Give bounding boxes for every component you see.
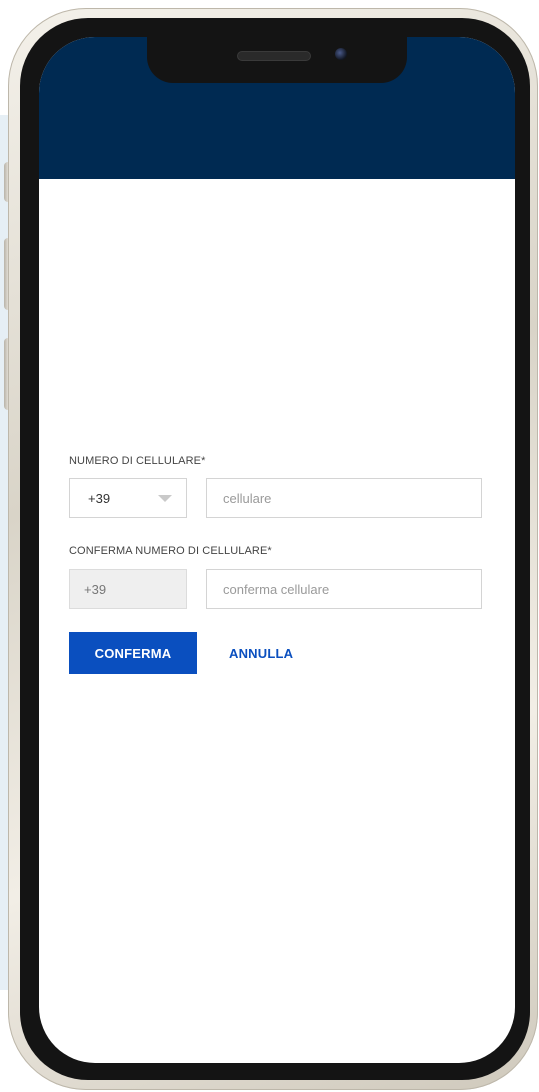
phone-number-input[interactable] [206, 478, 482, 518]
confirm-country-prefix: +39 [69, 569, 187, 609]
mockup-stage: NUMERO DI CELLULARE* +39 CONFERMA NUMERO… [0, 0, 539, 1092]
cancel-button[interactable]: ANNULLA [225, 632, 297, 674]
phone-number-label: NUMERO DI CELLULARE* [69, 455, 206, 467]
notch [147, 37, 407, 83]
caret-down-icon [158, 495, 172, 502]
confirm-button[interactable]: CONFERMA [69, 632, 197, 674]
speaker-grille [237, 51, 311, 61]
country-prefix-select[interactable]: +39 [69, 478, 187, 518]
front-camera-icon [335, 48, 347, 60]
phone-screen: NUMERO DI CELLULARE* +39 CONFERMA NUMERO… [39, 37, 515, 1063]
confirm-phone-number-label: CONFERMA NUMERO DI CELLULARE* [69, 545, 272, 557]
country-prefix-value: +39 [88, 490, 111, 506]
confirm-phone-number-input[interactable] [206, 569, 482, 609]
confirm-country-prefix-value: +39 [84, 581, 107, 597]
